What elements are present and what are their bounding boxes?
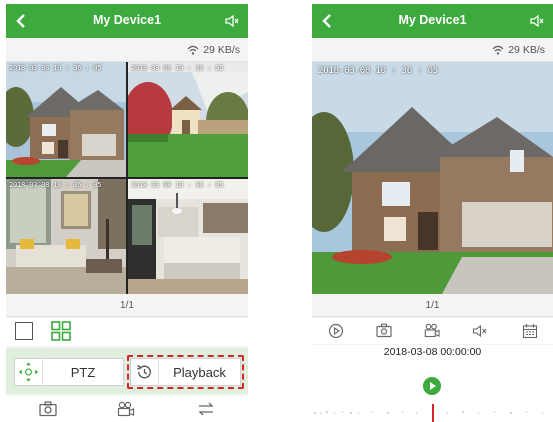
camera-tile-1[interactable]: 2018 03 08 10 : 36 : 05 <box>6 62 126 177</box>
page-title: My Device1 <box>92 13 162 27</box>
playback-highlight <box>127 355 244 389</box>
record-video-icon[interactable] <box>424 323 440 339</box>
network-rate: 29 KB/s <box>508 44 545 56</box>
house-exterior-image <box>6 62 126 177</box>
camera-tile-2[interactable]: 2018 03 08 10 : 36 : 05 <box>128 62 248 177</box>
page-indicator: 1/1 <box>312 295 553 317</box>
control-row: PTZ Playback <box>6 348 248 394</box>
switch-icon[interactable] <box>197 401 215 417</box>
speaker-muted-icon[interactable] <box>224 14 240 28</box>
playback-toolbar <box>312 318 553 344</box>
ptz-button[interactable]: PTZ <box>14 358 124 386</box>
kitchen-image <box>128 179 248 294</box>
single-view-icon[interactable] <box>15 322 33 340</box>
speaker-muted-icon[interactable] <box>529 14 545 28</box>
app-header: My Device1 <box>312 4 553 38</box>
quad-view-icon[interactable] <box>51 321 71 341</box>
timeline-cursor[interactable] <box>432 404 434 422</box>
network-rate: 29 KB/s <box>203 44 240 56</box>
camera-timestamp: 2018 03 08 10 : 36 : 05 <box>9 64 102 72</box>
house-exterior-image <box>312 62 553 294</box>
video-timestamp: 2018-03-08 10 : 36 : 05 <box>318 66 439 76</box>
bottom-toolbar <box>6 396 248 422</box>
camera-snapshot-icon[interactable] <box>39 401 57 417</box>
network-status-bar: 29 KB/s <box>312 38 553 62</box>
living-room-image <box>6 179 126 294</box>
page-indicator: 1/1 <box>6 295 248 317</box>
play-button[interactable] <box>423 377 441 395</box>
page-title: My Device1 <box>398 13 467 27</box>
ptz-label: PTZ <box>70 365 96 380</box>
wifi-icon <box>187 45 199 55</box>
network-status-bar: 29 KB/s <box>6 38 248 62</box>
camera-tile-4[interactable]: 2018 03 08 10 : 36 : 05 <box>128 179 248 294</box>
backyard-image <box>128 62 248 177</box>
stage: My Device1 29 KB/s 2018 03 08 10: 36: … <box>0 0 553 422</box>
camera-grid: 2018 03 08 10 : 36 : 05 2018 03 08 10: … <box>6 62 248 294</box>
wifi-icon <box>492 45 504 55</box>
layout-switcher <box>6 318 248 346</box>
camera-timestamp: 2018 03 08 10 : 36 : 05 <box>131 64 224 72</box>
camera-snapshot-icon[interactable] <box>376 323 392 339</box>
playback-timeline[interactable] <box>312 363 553 422</box>
camera-fullview[interactable]: 2018-03-08 10 : 36 : 05 <box>312 62 553 294</box>
speaker-muted-icon[interactable] <box>472 323 488 339</box>
play-circle-icon[interactable] <box>328 323 344 339</box>
calendar-icon[interactable] <box>522 323 538 339</box>
camera-timestamp: 2018 03 08 10 : 36 : 05 <box>131 181 224 189</box>
record-video-icon[interactable] <box>117 401 135 417</box>
single-view-screen: My Device1 29 KB/s 2018-03-08 10: 36: … <box>312 4 553 422</box>
camera-timestamp: 2018 03 08 10 : 36 : 05 <box>9 181 102 189</box>
live-view-screen: My Device1 29 KB/s 2018 03 08 10: 36: … <box>6 4 248 422</box>
playback-datetime: 2018-03-08 00:00:00 <box>312 345 553 363</box>
camera-tile-3[interactable]: 2018 03 08 10 : 36 : 05 <box>6 179 126 294</box>
ptz-direction-icon <box>18 359 43 385</box>
app-header: My Device1 <box>6 4 248 38</box>
